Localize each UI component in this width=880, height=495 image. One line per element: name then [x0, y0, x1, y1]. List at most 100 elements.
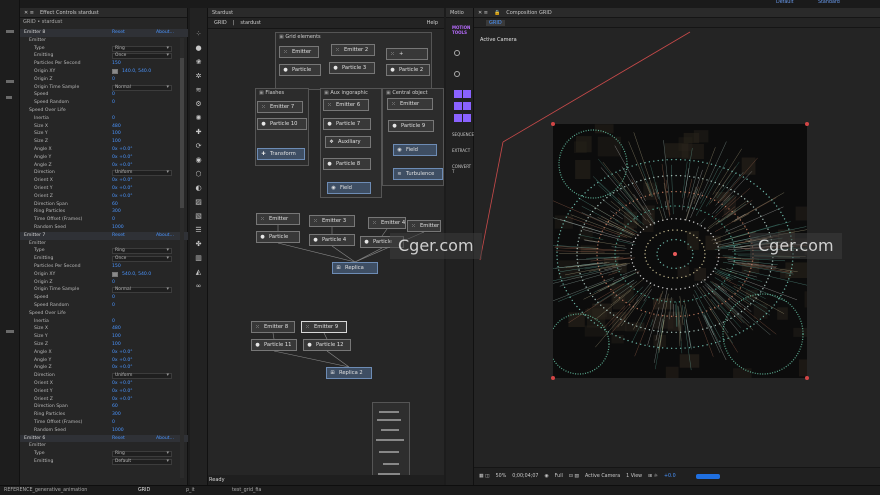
effect-property-row[interactable]: Origin XY 540.0, 540.0	[20, 271, 188, 279]
effect-property-row[interactable]: Angle Z 0x +0.0°	[20, 364, 188, 372]
node-particle[interactable]: ● Particle	[279, 64, 321, 76]
value-scrubber[interactable]: 0	[112, 216, 115, 224]
fast-preview-pill[interactable]	[695, 474, 720, 479]
node-particle[interactable]: ● Particle 8	[323, 158, 371, 170]
effect-property-row[interactable]: Ring Particles 300	[20, 208, 188, 216]
motion-extract[interactable]: EXTRACT	[452, 148, 470, 153]
value-scrubber[interactable]: 480	[112, 123, 121, 131]
region-icon[interactable]: ⊡ ▧	[569, 474, 579, 479]
strip-handle-icon[interactable]	[6, 330, 14, 333]
effect-property-row[interactable]: Orient X 0x +0.0°	[20, 177, 188, 185]
crosshair-icon[interactable]	[112, 271, 118, 277]
value-scrubber[interactable]: 480	[112, 325, 121, 333]
value-scrubber[interactable]: 0x +0.0°	[112, 185, 133, 193]
node-emitter[interactable]: ⁙ Emitter	[387, 98, 433, 110]
effect-property-row[interactable]: Orient Y 0x +0.0°	[20, 388, 188, 396]
effect-controls-tab[interactable]: Effect Controls stardust	[40, 10, 99, 16]
effect-property-row[interactable]: Size X 480	[20, 325, 188, 333]
effect-property-row[interactable]: Emitter	[20, 240, 188, 248]
effect-property-row[interactable]: Size X 480	[20, 123, 188, 131]
effect-property-row[interactable]: Particles Per Second 150	[20, 60, 188, 68]
tab-reference[interactable]: REFERENCE_generative_animation	[4, 488, 87, 493]
value-scrubber[interactable]: 100	[112, 333, 121, 341]
camera-snapshot-icon[interactable]: ◉	[544, 474, 548, 479]
particle-tool-icon[interactable]: ●	[194, 44, 203, 53]
drop-tool-icon[interactable]: ◭	[194, 268, 203, 277]
reset-link[interactable]: Reset	[112, 232, 125, 240]
workspace-standard[interactable]: Standard	[818, 0, 840, 5]
effect-property-row[interactable]: Random Seed 1000	[20, 427, 188, 435]
node-tool-icon[interactable]: ⁘	[194, 30, 203, 39]
value-scrubber[interactable]: 100	[112, 341, 121, 349]
effect-property-row[interactable]: Emitting Once	[20, 52, 188, 60]
effect-property-row[interactable]: Angle X 0x +0.0°	[20, 146, 188, 154]
node-emitter[interactable]: ⁙ Emitter 3	[309, 215, 355, 227]
value-scrubber[interactable]: 1000	[112, 427, 124, 435]
shape-tool-icon[interactable]: ◐	[194, 184, 203, 193]
plus-tool-icon[interactable]: ✚	[194, 128, 203, 137]
resolution-select[interactable]: Full	[555, 474, 563, 479]
motion-convert[interactable]: CONVERT T	[452, 164, 473, 174]
effect-property-row[interactable]: Orient Z 0x +0.0°	[20, 193, 188, 201]
effect-property-row[interactable]: Angle Z 0x +0.0°	[20, 162, 188, 170]
motion-tab[interactable]: Motio	[450, 10, 464, 16]
zoom-level[interactable]: 50%	[496, 474, 507, 479]
node-replica[interactable]: ⊞ Replica 2	[326, 367, 372, 379]
value-scrubber[interactable]: 0	[112, 318, 115, 326]
value-scrubber[interactable]: 100	[112, 130, 121, 138]
motion-swatch[interactable]	[463, 90, 471, 98]
layers-tool-icon[interactable]: ☰	[194, 226, 203, 235]
exposure-value[interactable]: +0.0	[664, 474, 676, 479]
hatch-tool-icon[interactable]: ▨	[194, 198, 203, 207]
value-scrubber[interactable]: 0	[112, 419, 115, 427]
layer-corner-handle[interactable]	[551, 122, 555, 126]
crosshair-icon[interactable]	[112, 69, 118, 74]
effect-controls-scrollbar[interactable]	[180, 38, 184, 478]
value-scrubber[interactable]: 0	[112, 279, 115, 287]
motion-swatch[interactable]	[463, 114, 471, 122]
node-emitter[interactable]: ⁙ Emitter	[407, 220, 441, 232]
effect-property-row[interactable]: Size Z 100	[20, 341, 188, 349]
effect-property-row[interactable]: Inertia 0	[20, 115, 188, 123]
value-scrubber[interactable]: 0x +0.0°	[112, 349, 133, 357]
wave-tool-icon[interactable]: ≋	[194, 86, 203, 95]
effect-property-row[interactable]: Emitter	[20, 37, 188, 45]
node-particle[interactable]: ● Particle 12	[303, 339, 351, 351]
dropdown-select[interactable]: Ring	[112, 45, 172, 52]
value-scrubber[interactable]: 0	[112, 91, 115, 99]
value-scrubber[interactable]: 100	[112, 138, 121, 146]
effect-header[interactable]: Emitter 6 Reset About...	[20, 434, 188, 443]
effect-property-row[interactable]: Speed Over Life	[20, 107, 188, 115]
dropdown-select[interactable]: Default	[112, 459, 172, 465]
value-scrubber[interactable]: 0	[112, 76, 115, 84]
effect-property-row[interactable]: Origin Time Sample Normal	[20, 286, 188, 294]
tab-grid-comp[interactable]: GRID	[138, 488, 150, 493]
hatch2-tool-icon[interactable]: ▧	[194, 212, 203, 221]
value-scrubber[interactable]: 0x +0.0°	[112, 162, 133, 170]
effect-property-row[interactable]: Orient Y 0x +0.0°	[20, 185, 188, 193]
about-link[interactable]: About...	[156, 232, 174, 240]
effect-property-row[interactable]: Time Offset (Frames) 0	[20, 216, 188, 224]
node-particle[interactable]: ● Particle 10	[257, 118, 307, 130]
sparkle-tool-icon[interactable]: ✺	[194, 114, 203, 123]
effect-property-row[interactable]: Ring Particles 300	[20, 411, 188, 419]
node-aux[interactable]: ❖ Auxiliary	[325, 136, 371, 148]
effect-property-row[interactable]: Direction Uniform	[20, 169, 188, 177]
dropdown-select[interactable]: Once	[112, 53, 172, 60]
effect-header[interactable]: Emitter 7 Reset About...	[20, 231, 188, 240]
effect-property-row[interactable]: Speed 0	[20, 91, 188, 99]
reset-link[interactable]: Reset	[112, 435, 125, 443]
effect-property-row[interactable]: Particles Per Second 150	[20, 263, 188, 271]
motion-swatch[interactable]	[463, 102, 471, 110]
model-tool-icon[interactable]: ❀	[194, 58, 203, 67]
effect-property-row[interactable]: Type Ring	[20, 45, 188, 53]
dropdown-select[interactable]: Normal	[112, 287, 172, 294]
layer-corner-handle[interactable]	[805, 376, 809, 380]
value-scrubber[interactable]: 0x +0.0°	[112, 357, 133, 365]
effect-property-row[interactable]: Speed 0	[20, 294, 188, 302]
value-scrubber[interactable]: 60	[112, 201, 118, 209]
effect-property-row[interactable]: Speed Random 0	[20, 302, 188, 310]
effect-property-row[interactable]: Inertia 0	[20, 318, 188, 326]
workspace-default[interactable]: Default	[776, 0, 794, 5]
dropdown-select[interactable]: Uniform	[112, 373, 172, 380]
